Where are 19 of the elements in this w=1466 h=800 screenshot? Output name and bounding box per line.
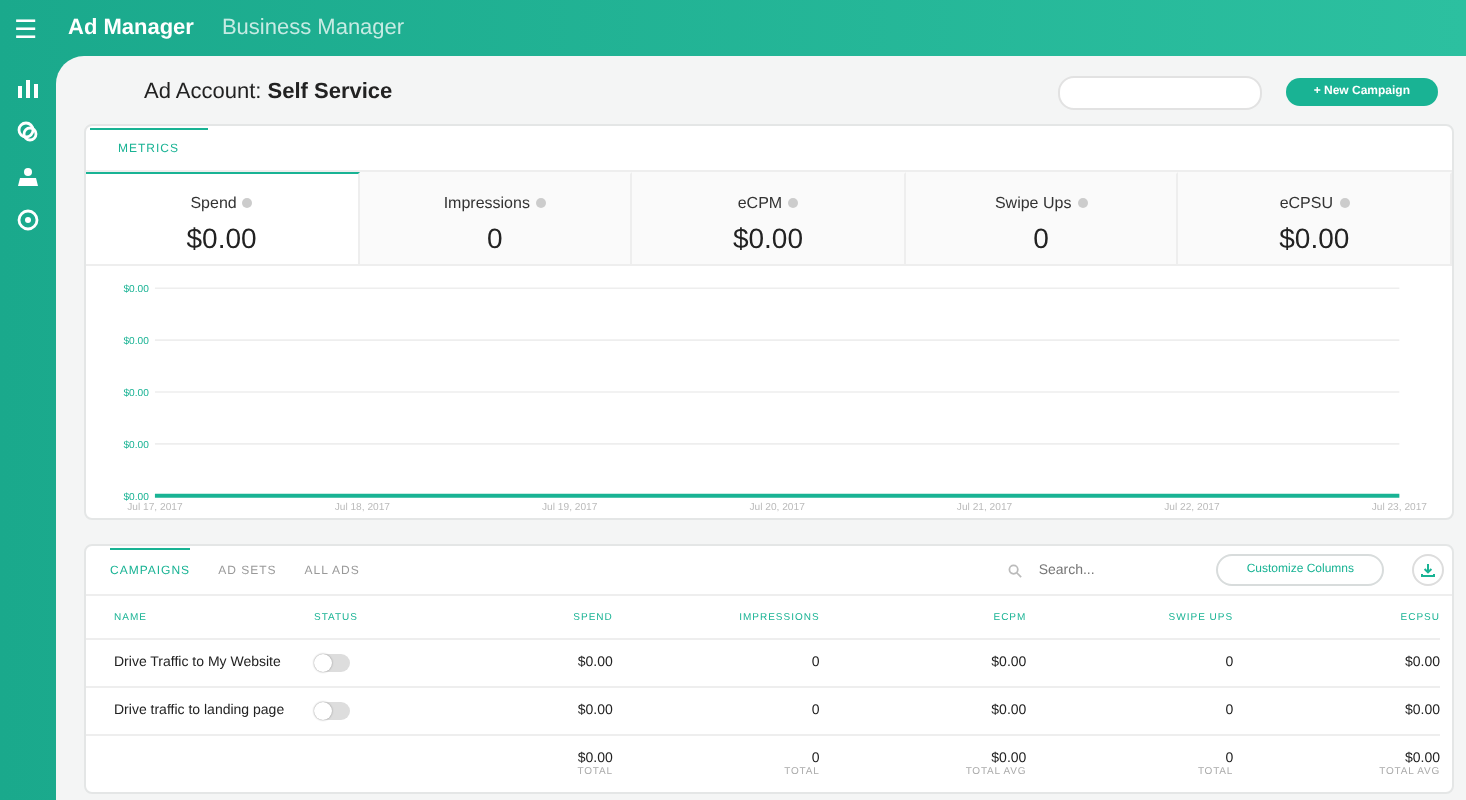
bar-chart-icon[interactable]: [16, 76, 40, 100]
menu-icon[interactable]: ☰: [12, 13, 40, 43]
status-toggle[interactable]: [314, 654, 350, 672]
metric-tile[interactable]: Spend $0.00: [86, 172, 360, 264]
people-icon[interactable]: [16, 164, 40, 188]
metric-tile[interactable]: eCPSU $0.00: [1178, 172, 1452, 264]
page-title: Ad Account: Self Service: [144, 80, 395, 104]
metric-tile[interactable]: Swipe Ups 0: [905, 172, 1179, 264]
search-icon: [1008, 563, 1023, 577]
download-button[interactable]: [1412, 554, 1444, 586]
nav-link[interactable]: Business Manager: [221, 16, 405, 40]
metric-tile[interactable]: Impressions 0: [359, 172, 633, 264]
account-field[interactable]: [1057, 75, 1262, 109]
status-toggle[interactable]: [314, 702, 350, 720]
ring-icon[interactable]: [16, 120, 40, 144]
target-icon[interactable]: [16, 208, 40, 232]
nav-link[interactable]: Ad Manager: [68, 16, 194, 40]
metric-tile[interactable]: eCPM $0.00: [632, 172, 906, 264]
download-icon: [1420, 562, 1436, 578]
